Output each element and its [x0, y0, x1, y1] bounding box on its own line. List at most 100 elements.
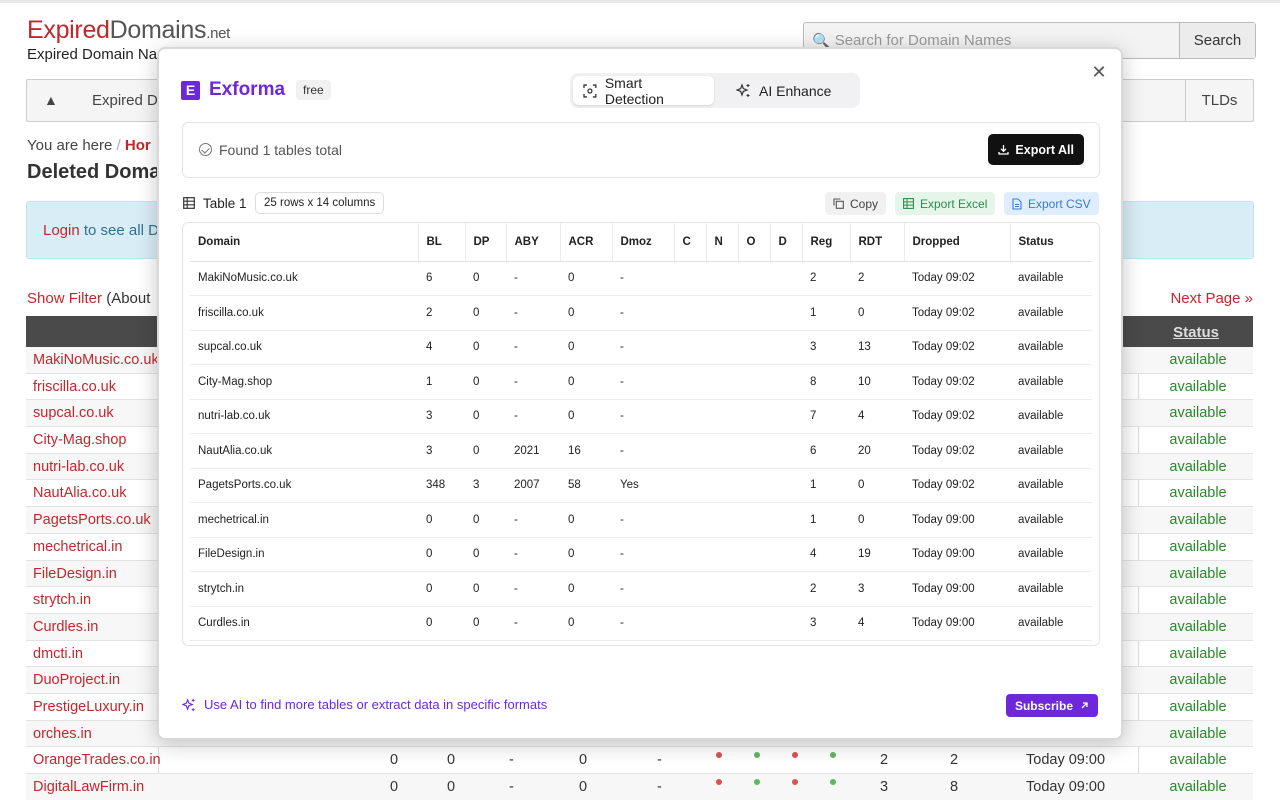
search-button[interactable]: Search — [1179, 23, 1255, 58]
table-cell: available — [1010, 433, 1092, 469]
table-cell: 0 — [418, 571, 465, 607]
table-row: PagetsPorts.co.uk 348 3 2007 58 Yes 1 0 Today 09… — [190, 468, 1092, 503]
brand-name: Exforma — [209, 79, 286, 100]
domain-link[interactable]: MakiNoMusic.co.uk — [33, 352, 159, 368]
export-csv-button[interactable]: Export CSV — [1004, 192, 1099, 215]
table-cell: Today 09:00 — [904, 571, 1010, 607]
domain-link[interactable]: OrangeTrades.co.in — [33, 752, 161, 768]
table-row: mechetrical.in 0 0-0-1 0 Today 09:00 availabl… — [190, 502, 1092, 538]
cell-dropped: Today 09:00 — [1026, 752, 1106, 769]
table-cell: available — [1010, 571, 1092, 607]
table-cell: 0 — [465, 606, 506, 641]
table-cell: - — [612, 502, 674, 538]
exforma-logo-icon: E — [181, 80, 200, 100]
table-cell: City-Mag.shop — [190, 364, 418, 400]
arrow-up-right-icon — [1081, 702, 1088, 709]
table-cell: - — [506, 606, 560, 641]
table-cell: 1 — [802, 295, 850, 331]
domain-link[interactable]: dmcti.in — [33, 646, 83, 662]
domain-link[interactable]: nutri-lab.co.uk — [33, 459, 124, 475]
bell-icon[interactable]: ▲ — [44, 92, 58, 108]
table-cell: 0 — [560, 502, 612, 538]
tab-smart-detection[interactable]: Smart Detection — [573, 75, 714, 107]
table-cell: - — [612, 606, 674, 641]
table-cell — [674, 399, 706, 434]
domain-link[interactable]: FileDesign.in — [33, 566, 117, 582]
table-cell — [674, 261, 706, 296]
found-count-text: Found 1 tables total — [219, 142, 342, 158]
table-cell — [770, 295, 802, 331]
column-header: Reg — [802, 223, 851, 262]
sparkles-icon — [182, 697, 195, 711]
domain-link[interactable]: PagetsPorts.co.uk — [33, 512, 151, 528]
table-cell — [770, 502, 802, 538]
export-excel-button[interactable]: Export Excel — [895, 192, 996, 215]
table-cell: Today 09:00 — [904, 606, 1010, 641]
table-cell: 0 — [465, 261, 506, 296]
domain-link[interactable]: Curdles.in — [33, 619, 98, 635]
table-cell: 2 — [802, 571, 850, 607]
column-header: DP — [465, 223, 507, 262]
table-cell: - — [506, 364, 560, 400]
table-cell: - — [612, 399, 674, 434]
domain-link[interactable]: DigitalLawFirm.in — [33, 779, 144, 795]
status-cell: available — [1169, 672, 1227, 689]
extracted-table-container[interactable]: Domain BL DP ABY ACR Dmoz C N O D Reg RDT Dropped Sta… — [182, 222, 1100, 646]
cell-acr: 0 — [579, 752, 588, 769]
export-all-button[interactable]: Export All — [988, 134, 1084, 165]
status-dot — [792, 779, 798, 785]
domain-link[interactable]: orches.in — [33, 726, 92, 742]
show-filter-link[interactable]: Show Filter — [27, 290, 102, 307]
nav-item-expired[interactable]: Expired D — [92, 92, 158, 109]
next-page-link[interactable]: Next Page » — [1170, 290, 1253, 307]
status-cell: available — [1169, 565, 1227, 582]
table-cell — [770, 364, 802, 400]
spreadsheet-icon — [903, 198, 914, 209]
domain-link[interactable]: friscilla.co.uk — [33, 379, 116, 395]
table-cell: 0 — [850, 502, 904, 538]
table-cell — [738, 502, 770, 538]
cell-dropped: Today 09:00 — [1026, 779, 1106, 795]
subscribe-button[interactable]: Subscribe — [1005, 694, 1098, 717]
status-column-header[interactable]: Status — [1173, 324, 1219, 341]
table-cell: - — [506, 502, 560, 538]
table-cell: 3 — [802, 330, 850, 365]
brand: E Exforma free — [181, 79, 331, 101]
domain-link[interactable]: DuoProject.in — [33, 672, 120, 688]
table-cell — [674, 502, 706, 538]
ai-extract-link[interactable]: Use AI to find more tables or extract da… — [182, 697, 547, 712]
status-cell: available — [1169, 779, 1227, 795]
table-cell — [706, 571, 738, 607]
table-cell: 0 — [560, 571, 612, 607]
cell-dmoz: - — [657, 779, 662, 795]
tab-ai-enhance[interactable]: AI Enhance — [714, 76, 841, 105]
table-cell: - — [612, 537, 674, 572]
table-cell: 4 — [418, 330, 465, 365]
table-cell: NautAlia.co.uk — [190, 433, 418, 469]
domain-link[interactable]: NautAlia.co.uk — [33, 485, 127, 501]
table-cell: 4 — [850, 606, 904, 641]
status-cell: available — [1169, 405, 1227, 422]
table-cell: 0 — [465, 295, 506, 331]
breadcrumb-home[interactable]: Hor — [125, 137, 151, 154]
table-cell — [738, 537, 770, 572]
login-link[interactable]: Login — [43, 222, 80, 239]
column-header: Status — [1010, 223, 1092, 262]
table-cell — [738, 571, 770, 607]
domain-link[interactable]: strytch.in — [33, 592, 91, 608]
domain-link[interactable]: PrestigeLuxury.in — [33, 699, 144, 715]
status-cell: available — [1169, 725, 1227, 742]
table-cell: - — [612, 261, 674, 296]
site-logo[interactable]: ExpiredDomains.net — [27, 16, 230, 45]
table-cell: - — [612, 433, 674, 469]
status-cell: available — [1169, 512, 1227, 529]
domain-link[interactable]: mechetrical.in — [33, 539, 122, 555]
domain-link[interactable]: supcal.co.uk — [33, 405, 114, 421]
domain-link[interactable]: City-Mag.shop — [33, 432, 126, 448]
nav-item-tlds[interactable]: TLDs — [1185, 80, 1253, 121]
close-icon[interactable]: ✕ — [1091, 63, 1107, 81]
copy-button[interactable]: Copy — [825, 192, 887, 215]
table-cell: - — [612, 330, 674, 365]
table-cell: 0 — [560, 295, 612, 331]
cell-dmoz: - — [657, 752, 662, 769]
